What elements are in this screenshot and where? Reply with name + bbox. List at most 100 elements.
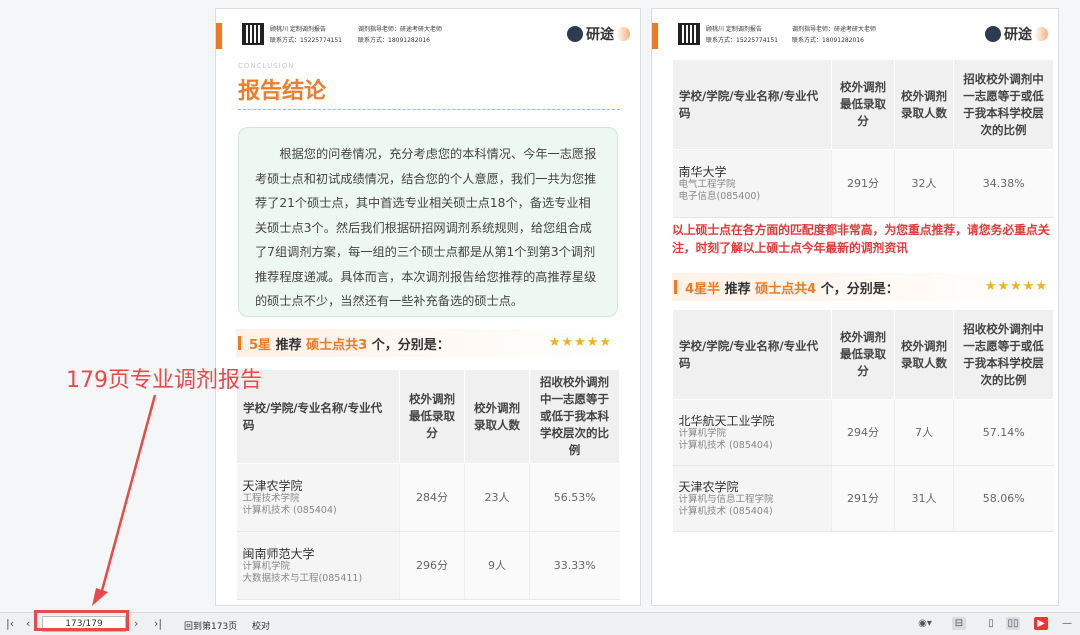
college-name: 计算机学院 xyxy=(678,427,727,439)
heading-bar xyxy=(238,336,241,350)
logo-tail-icon xyxy=(616,27,630,41)
header-report-owner: 顾桃川 定制调剂报告 xyxy=(706,26,762,33)
rec-label: 推荐 xyxy=(724,281,751,297)
major-name: 电子信息(085400) xyxy=(678,190,761,202)
star-rating-icon: ★★★★★ xyxy=(548,335,612,350)
admit-count: 31人 xyxy=(894,465,954,532)
page-header: 顾桃川 定制调剂报告 联系方式：15225774151 调剂指导老师：研途考研大… xyxy=(216,21,640,51)
min-score: 291分 xyxy=(831,149,895,218)
recommend-heading-5star: 5星 推荐 硕士点共3 个，分别是： ★★★★★ xyxy=(236,329,618,357)
table-row: 天津农学院 工程技术学院 计算机技术 (085404) 284分 23人 56.… xyxy=(236,463,620,532)
annotation-highlight-box xyxy=(34,610,129,631)
col-school: 学校/学院/专业名称/专业代码 xyxy=(672,59,832,150)
star-rating-icon: ★★★★★ xyxy=(984,279,1048,294)
document-page-left: 顾桃川 定制调剂报告 联系方式：15225774151 调剂指导老师：研途考研大… xyxy=(215,8,641,606)
logo-mark-icon xyxy=(985,26,1008,42)
col-admit-count: 校外调剂录取人数 xyxy=(464,369,530,464)
heading-bar xyxy=(674,280,677,294)
brand-logo: 研途 xyxy=(567,24,630,44)
header-advisor-phone: 联系方式：18091282016 xyxy=(792,37,864,44)
school-cell: 闽南师范大学 计算机学院 大数据技术与工程(085411) xyxy=(236,531,400,600)
admit-count: 23人 xyxy=(464,463,530,532)
page-header: 顾桃川 定制调剂报告 联系方式：15225774151 调剂指导老师：研途考研大… xyxy=(652,21,1058,51)
college-name: 计算机学院 xyxy=(242,560,291,572)
back-to-page-link[interactable]: 回到第173页 xyxy=(184,619,237,632)
rec-star-level: 5星 xyxy=(249,337,272,353)
last-page-icon[interactable]: ›| xyxy=(154,617,162,630)
col-min-score: 校外调剂最低录取分 xyxy=(831,309,895,400)
logo-text: 研途 xyxy=(586,27,614,43)
col-school: 学校/学院/专业名称/专业代码 xyxy=(672,309,832,400)
table-header-row: 学校/学院/专业名称/专业代码 校外调剂最低录取分 校外调剂录取人数 招收校外调… xyxy=(672,59,1054,150)
major-name: 计算机技术 (085404) xyxy=(678,505,773,517)
recommend-table-right-bottom: 学校/学院/专业名称/专业代码 校外调剂最低录取分 校外调剂录取人数 招收校外调… xyxy=(672,309,1054,532)
school-name: 北华航天工业学院 xyxy=(678,413,775,428)
college-name: 电气工程学院 xyxy=(678,178,736,190)
rec-tail: 个，分别是： xyxy=(371,337,450,353)
header-accent-bar xyxy=(216,23,222,49)
header-contact-right: 调剂指导老师：研途考研大老师 联系方式：18091282016 xyxy=(792,24,876,46)
ratio: 58.06% xyxy=(953,465,1054,532)
school-cell: 天津农学院 工程技术学院 计算机技术 (085404) xyxy=(236,463,400,532)
logo-tail-icon xyxy=(1034,27,1048,41)
min-score: 284分 xyxy=(399,463,465,532)
title-divider xyxy=(238,109,620,111)
status-bar: |‹ ‹ 173/179 › ›| 回到第173页 校对 ◉▾ ⊟ ▯ ▯▯ ▶… xyxy=(0,612,1080,635)
header-advisor: 调剂指导老师：研途考研大老师 xyxy=(358,26,443,33)
rec-star-level: 4星半 xyxy=(685,281,721,297)
rec-count: 硕士点共3 xyxy=(306,337,368,353)
min-score: 294分 xyxy=(831,399,895,466)
col-min-score: 校外调剂最低录取分 xyxy=(399,369,465,464)
first-page-icon[interactable]: |‹ xyxy=(6,617,14,630)
fit-page-icon[interactable]: ⊟ xyxy=(952,617,966,630)
school-cell: 天津农学院 计算机与信息工程学院 计算机技术 (085404) xyxy=(672,465,832,532)
header-report-owner: 顾桃川 定制调剂报告 xyxy=(270,26,326,33)
zoom-out-icon[interactable]: — xyxy=(1060,617,1074,630)
school-cell: 南华大学 电气工程学院 电子信息(085400) xyxy=(672,149,832,218)
college-name: 工程技术学院 xyxy=(242,492,300,504)
header-contact-left: 顾桃川 定制调剂报告 联系方式：15225774151 xyxy=(270,24,342,46)
table-row: 南华大学 电气工程学院 电子信息(085400) 291分 32人 34.38% xyxy=(672,149,1054,218)
recommend-heading-4.5star: 4星半 推荐 硕士点共4 个，分别是： ★★★★★ xyxy=(672,273,1054,301)
highlight-note: 以上硕士点在各方面的匹配度都非常高，为您重点推荐，请您务必重点关注，时刻了解以上… xyxy=(672,223,1050,255)
recommend-table-left: 学校/学院/专业名称/专业代码 校外调剂最低录取分 校外调剂录取人数 招收校外调… xyxy=(236,369,620,600)
play-icon[interactable]: ▶ xyxy=(1034,617,1048,630)
table-header-row: 学校/学院/专业名称/专业代码 校外调剂最低录取分 校外调剂录取人数 招收校外调… xyxy=(236,369,620,464)
next-page-icon[interactable]: › xyxy=(134,617,138,630)
header-owner-phone: 联系方式：15225774151 xyxy=(270,37,342,44)
rec-label: 推荐 xyxy=(275,337,302,353)
header-contact-right: 调剂指导老师：研途考研大老师 联系方式：18091282016 xyxy=(358,24,442,46)
logo-mark-icon xyxy=(567,26,590,42)
ratio: 34.38% xyxy=(953,149,1054,218)
two-page-icon[interactable]: ▯▯ xyxy=(1006,617,1020,630)
admit-count: 7人 xyxy=(894,399,954,466)
header-accent-bar xyxy=(652,23,658,49)
ratio: 56.53% xyxy=(529,463,620,532)
brand-logo: 研途 xyxy=(985,24,1048,44)
logo-text: 研途 xyxy=(1004,27,1032,43)
header-advisor: 调剂指导老师：研途考研大老师 xyxy=(792,26,877,33)
min-score: 291分 xyxy=(831,465,895,532)
annotation-label: 179页专业调剂报告 xyxy=(66,368,262,393)
col-ratio: 招收校外调剂中一志愿等于或低于我本科学校层次的比例 xyxy=(529,369,620,464)
header-contact-left: 顾桃川 定制调剂报告 联系方式：15225774151 xyxy=(706,24,778,46)
eye-view-icon[interactable]: ◉▾ xyxy=(914,617,936,630)
table-row: 北华航天工业学院 计算机学院 计算机技术 (085404) 294分 7人 57… xyxy=(672,399,1054,466)
single-page-icon[interactable]: ▯ xyxy=(984,617,998,630)
major-name: 计算机技术 (085404) xyxy=(242,504,337,516)
section-subtitle: CONCLUSION xyxy=(238,62,295,70)
prev-page-icon[interactable]: ‹ xyxy=(26,617,30,630)
school-name: 南华大学 xyxy=(678,164,727,179)
college-name: 计算机与信息工程学院 xyxy=(678,493,774,505)
proofread-button[interactable]: 校对 xyxy=(252,619,270,632)
recommend-table-right-top: 学校/学院/专业名称/专业代码 校外调剂最低录取分 校外调剂录取人数 招收校外调… xyxy=(672,59,1054,218)
school-name: 闽南师范大学 xyxy=(242,546,315,561)
header-advisor-phone: 联系方式：18091282016 xyxy=(358,37,430,44)
table-row: 闽南师范大学 计算机学院 大数据技术与工程(085411) 296分 9人 33… xyxy=(236,531,620,600)
col-admit-count: 校外调剂录取人数 xyxy=(894,59,954,150)
min-score: 296分 xyxy=(399,531,465,600)
school-name: 天津农学院 xyxy=(242,478,303,493)
table-row: 天津农学院 计算机与信息工程学院 计算机技术 (085404) 291分 31人… xyxy=(672,465,1054,532)
summary-box: 根据您的问卷情况，充分考虑您的本科情况、今年一志愿报考硕士点和初试成绩情况，结合… xyxy=(238,127,618,317)
col-min-score: 校外调剂最低录取分 xyxy=(831,59,895,150)
